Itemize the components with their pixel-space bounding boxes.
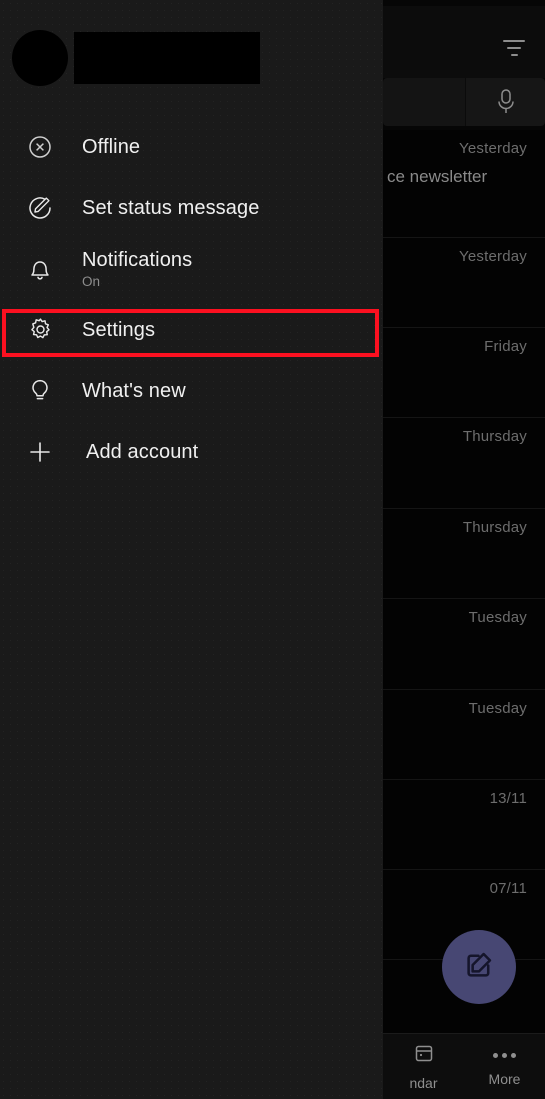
menu-item-settings[interactable]: Settings bbox=[0, 299, 383, 360]
app-root: Yesterday ce newsletter Yesterday Friday… bbox=[0, 0, 545, 1099]
bottom-navigation: ndar More bbox=[383, 1033, 545, 1099]
menu-item-set-status-message[interactable]: Set status message bbox=[0, 177, 383, 238]
mail-toolbar bbox=[383, 6, 545, 78]
calendar-icon bbox=[414, 1043, 434, 1068]
menu-label: What's new bbox=[82, 379, 186, 402]
nav-label-calendar: ndar bbox=[409, 1074, 438, 1091]
menu-text-whats-new: What's new bbox=[82, 380, 186, 402]
filter-icon[interactable] bbox=[503, 40, 525, 56]
table-row[interactable]: Tuesday bbox=[383, 599, 545, 690]
more-dots-icon bbox=[493, 1046, 516, 1064]
compose-icon bbox=[464, 950, 494, 985]
mail-list[interactable]: Yesterday ce newsletter Yesterday Friday… bbox=[383, 130, 545, 1033]
plus-icon bbox=[20, 438, 60, 466]
account-drawer: Offline Set status message Notifications… bbox=[0, 0, 383, 1099]
mail-date: Tuesday bbox=[468, 700, 527, 717]
mail-snippet: ce newsletter bbox=[387, 167, 488, 186]
table-row[interactable]: Thursday bbox=[383, 418, 545, 509]
menu-text-add-account: Add account bbox=[86, 441, 198, 463]
table-row[interactable]: Friday bbox=[383, 328, 545, 418]
menu-item-whats-new[interactable]: What's new bbox=[0, 360, 383, 421]
nav-item-calendar[interactable]: ndar bbox=[383, 1034, 464, 1099]
avatar[interactable] bbox=[12, 30, 68, 86]
mail-date: Yesterday bbox=[459, 140, 527, 157]
table-row[interactable]: Tuesday bbox=[383, 690, 545, 780]
microphone-icon bbox=[495, 87, 517, 117]
menu-item-add-account[interactable]: Add account bbox=[0, 421, 383, 482]
menu-text-notifications: Notifications On bbox=[82, 249, 192, 289]
circle-pencil-icon bbox=[20, 194, 60, 222]
mail-date: Tuesday bbox=[468, 609, 527, 626]
nav-item-more[interactable]: More bbox=[464, 1034, 545, 1099]
compose-fab-button[interactable] bbox=[442, 930, 516, 1004]
table-row[interactable]: Yesterday bbox=[383, 238, 545, 328]
account-name-redacted bbox=[74, 32, 260, 84]
mail-date: 07/11 bbox=[489, 880, 527, 897]
menu-label: Settings bbox=[82, 318, 156, 341]
mail-date: Thursday bbox=[462, 428, 527, 445]
mail-date: Yesterday bbox=[459, 248, 527, 265]
circle-x-icon bbox=[20, 134, 60, 160]
menu-label: Add account bbox=[86, 440, 199, 463]
drawer-account-header[interactable] bbox=[0, 0, 383, 116]
table-row[interactable]: Thursday bbox=[383, 509, 545, 599]
mail-date: 13/11 bbox=[489, 790, 527, 807]
bell-icon bbox=[20, 255, 60, 283]
gear-icon bbox=[20, 316, 60, 343]
menu-sublabel: On bbox=[82, 273, 101, 289]
lightbulb-icon bbox=[20, 377, 60, 405]
mail-date: Thursday bbox=[462, 519, 527, 536]
nav-label-more: More bbox=[488, 1071, 521, 1087]
search-input[interactable] bbox=[383, 78, 465, 126]
table-row[interactable]: 13/11 bbox=[383, 780, 545, 870]
menu-label: Set status message bbox=[82, 196, 260, 219]
table-row[interactable]: Yesterday ce newsletter bbox=[383, 130, 545, 238]
menu-text-settings: Settings bbox=[82, 319, 155, 341]
mail-date: Friday bbox=[484, 338, 527, 355]
menu-label: Notifications bbox=[82, 248, 193, 271]
menu-label: Offline bbox=[82, 135, 141, 158]
search-row bbox=[383, 78, 545, 126]
menu-item-notifications[interactable]: Notifications On bbox=[0, 238, 383, 299]
menu-item-offline[interactable]: Offline bbox=[0, 116, 383, 177]
menu-text-offline: Offline bbox=[82, 136, 140, 158]
menu-text-set-status-message: Set status message bbox=[82, 197, 259, 219]
microphone-button[interactable] bbox=[465, 78, 545, 126]
